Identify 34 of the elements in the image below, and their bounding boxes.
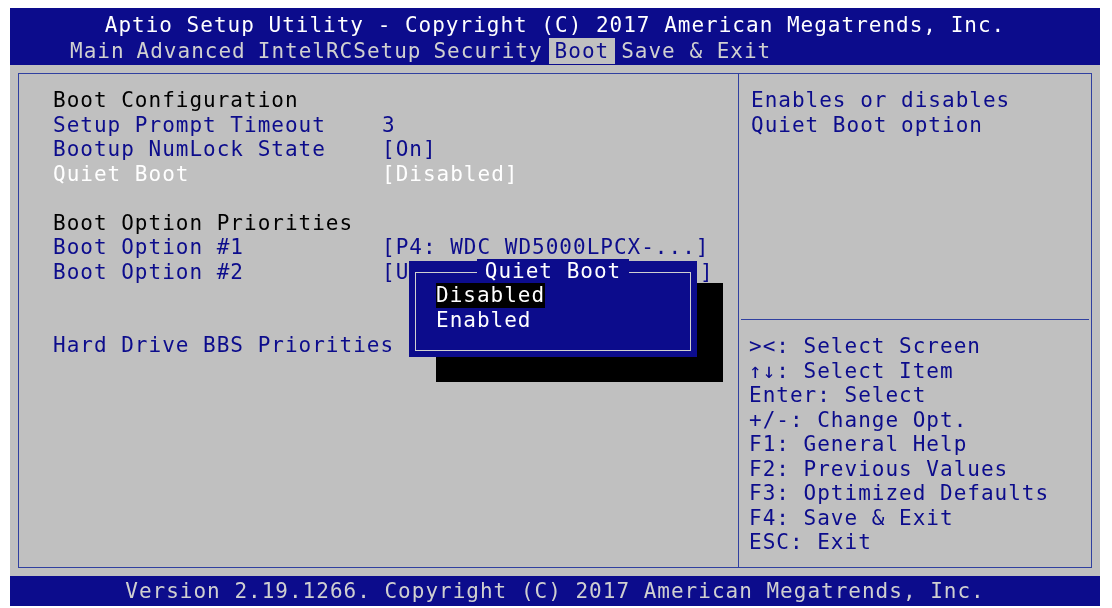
menu-tab[interactable]: Boot bbox=[548, 38, 616, 64]
setting-label[interactable]: Setup Prompt Timeout bbox=[53, 112, 382, 137]
key-hint: ↑↓: Select Item bbox=[749, 358, 955, 383]
menu-tab[interactable]: Save & Exit bbox=[615, 38, 778, 64]
key-hint: ESC: Exit bbox=[749, 530, 873, 555]
menu-tab[interactable]: IntelRCSetup bbox=[251, 38, 428, 64]
key-hint: ><: Select Screen bbox=[749, 334, 982, 359]
menu-tab[interactable]: Security bbox=[427, 38, 549, 64]
footer-version: Version 2.19.1266. Copyright (C) 2017 American Megatrends, Inc. bbox=[10, 576, 1100, 606]
setting-value-end: ] bbox=[700, 259, 714, 284]
setting-label[interactable]: Boot Option #1 bbox=[53, 235, 382, 260]
window-title: Aptio Setup Utility - Copyright (C) 2017 American Megatrends, Inc. bbox=[103, 12, 1007, 38]
setting-label[interactable]: Bootup NumLock State bbox=[53, 137, 382, 162]
key-hint: +/-: Change Opt. bbox=[749, 407, 969, 432]
setting-value[interactable]: [On] bbox=[382, 137, 437, 162]
menu-tab[interactable]: Main bbox=[64, 38, 131, 64]
popup-title: Quiet Boot bbox=[476, 259, 630, 283]
popup-option[interactable]: Disabled bbox=[436, 283, 546, 308]
setting-value[interactable]: [U bbox=[382, 259, 410, 284]
section-heading: Boot Configuration bbox=[53, 88, 299, 113]
section-heading: Boot Option Priorities bbox=[53, 210, 354, 235]
help-text: Quiet Boot option bbox=[751, 112, 984, 137]
key-hint: F3: Optimized Defaults bbox=[749, 481, 1051, 506]
setting-label[interactable]: Hard Drive BBS Priorities bbox=[53, 333, 395, 358]
key-hint: Enter: Select bbox=[749, 383, 928, 408]
help-text: Enables or disables bbox=[751, 88, 1012, 113]
setting-value[interactable]: [P4: WDC WD5000LPCX-...] bbox=[382, 235, 710, 260]
key-hint: F2: Previous Values bbox=[749, 456, 1010, 481]
setting-value[interactable]: 3 bbox=[382, 112, 396, 137]
popup-option[interactable]: Enabled bbox=[436, 307, 532, 332]
menu-tab[interactable]: Advanced bbox=[130, 38, 252, 64]
setting-label[interactable]: Boot Option #2 bbox=[53, 259, 382, 284]
key-hint: F1: General Help bbox=[749, 432, 969, 457]
key-hint: F4: Save & Exit bbox=[749, 505, 955, 530]
